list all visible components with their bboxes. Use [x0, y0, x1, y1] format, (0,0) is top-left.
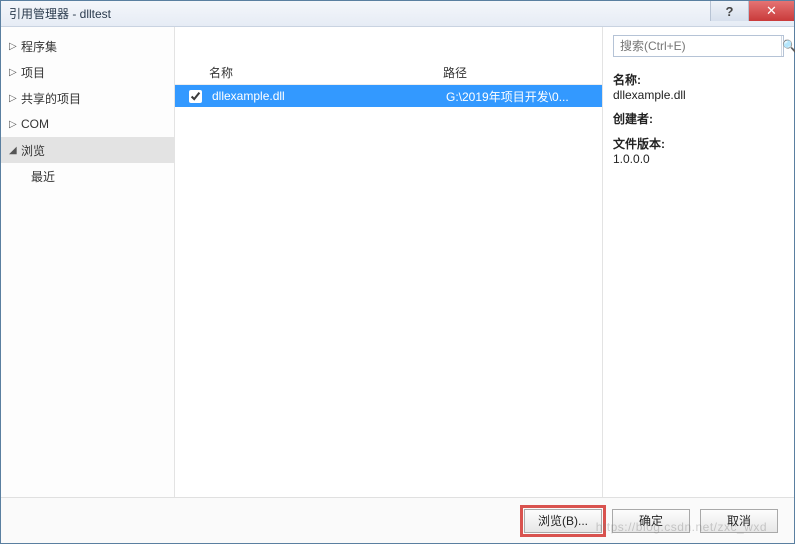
sidebar: ▷ 程序集 ▷ 项目 ▷ 共享的项目 ▷ COM ◢ 浏览 最近	[1, 27, 175, 497]
chevron-right-icon: ▷	[9, 93, 21, 104]
reference-list-panel: 名称 路径 dllexample.dll G:\2019年项目开发\0...	[175, 27, 602, 497]
dialog-footer: 浏览(B)... 确定 取消	[1, 497, 794, 543]
dialog-body: ▷ 程序集 ▷ 项目 ▷ 共享的项目 ▷ COM ◢ 浏览 最近 名称 路径	[1, 27, 794, 497]
sidebar-item-com[interactable]: ▷ COM	[1, 111, 174, 137]
sidebar-item-label: COM	[21, 117, 49, 131]
sidebar-item-projects[interactable]: ▷ 项目	[1, 59, 174, 85]
help-button[interactable]: ?	[710, 1, 748, 21]
close-button[interactable]: ✕	[748, 1, 794, 21]
row-name: dllexample.dll	[212, 89, 446, 103]
window-buttons: ? ✕	[710, 1, 794, 26]
sidebar-item-label: 共享的项目	[21, 90, 81, 107]
column-header-name[interactable]: 名称	[209, 64, 443, 81]
sidebar-item-browse[interactable]: ◢ 浏览	[1, 137, 174, 163]
sidebar-item-label: 浏览	[21, 142, 45, 159]
ok-button[interactable]: 确定	[612, 509, 690, 533]
sidebar-item-label: 项目	[21, 64, 45, 81]
titlebar: 引用管理器 - dlltest ? ✕	[1, 1, 794, 27]
column-headers: 名称 路径	[175, 61, 602, 85]
detail-name-value: dllexample.dll	[613, 88, 784, 102]
window-title: 引用管理器 - dlltest	[9, 5, 111, 22]
chevron-right-icon: ▷	[9, 119, 21, 130]
sidebar-item-label: 程序集	[21, 38, 57, 55]
detail-version-label: 文件版本:	[613, 135, 784, 152]
row-checkbox[interactable]	[189, 90, 202, 103]
search-icon[interactable]: 🔍▾	[781, 36, 795, 56]
chevron-right-icon: ▷	[9, 67, 21, 78]
search-input[interactable]	[614, 36, 781, 56]
row-path: G:\2019年项目开发\0...	[446, 88, 602, 105]
sidebar-item-label: 最近	[31, 168, 55, 185]
chevron-down-icon: ◢	[9, 145, 21, 156]
sidebar-item-recent[interactable]: 最近	[1, 163, 174, 189]
column-header-path[interactable]: 路径	[443, 64, 467, 81]
sidebar-item-shared[interactable]: ▷ 共享的项目	[1, 85, 174, 111]
detail-panel: 🔍▾ 名称: dllexample.dll 创建者: 文件版本: 1.0.0.0	[602, 27, 794, 497]
search-box[interactable]: 🔍▾	[613, 35, 784, 57]
table-row[interactable]: dllexample.dll G:\2019年项目开发\0...	[175, 85, 602, 107]
detail-name-label: 名称:	[613, 71, 784, 88]
cancel-button[interactable]: 取消	[700, 509, 778, 533]
sidebar-item-assemblies[interactable]: ▷ 程序集	[1, 33, 174, 59]
chevron-right-icon: ▷	[9, 41, 21, 52]
detail-creator-label: 创建者:	[613, 110, 784, 127]
browse-button[interactable]: 浏览(B)...	[524, 509, 602, 533]
detail-version-value: 1.0.0.0	[613, 152, 784, 166]
